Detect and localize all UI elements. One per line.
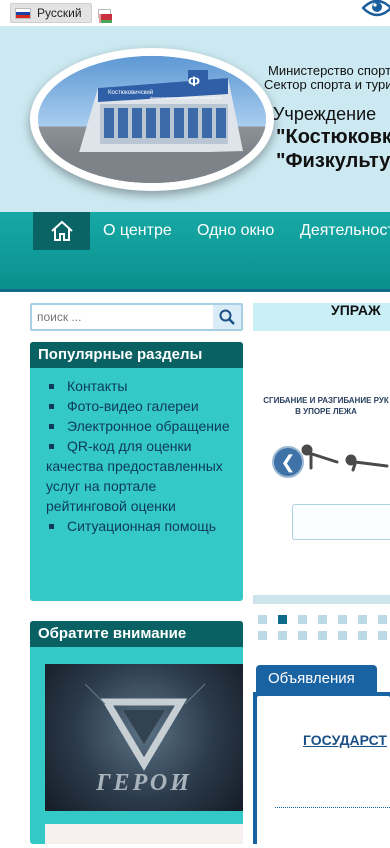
home-button[interactable] [33, 212, 90, 250]
slider-dot[interactable] [258, 631, 267, 640]
home-icon [50, 220, 73, 241]
language-selector[interactable]: Русский [10, 3, 92, 23]
institution-label: Учреждение [273, 104, 377, 124]
nav-item-about[interactable]: О центре [103, 222, 172, 240]
accessibility-eye-icon[interactable] [361, 0, 390, 18]
slide-notes-box [292, 504, 390, 540]
slider-dot[interactable] [278, 631, 287, 640]
language-label: Русский [37, 6, 82, 20]
svg-text:физкультурно-оздоровительный ц: физкультурно-оздоровительный центр [150, 95, 223, 100]
link-contacts[interactable]: Контакты [67, 378, 127, 394]
slider-dot[interactable] [338, 631, 347, 640]
link-gallery[interactable]: Фото-видео галереи [67, 398, 199, 414]
search-box [30, 303, 243, 331]
announcements-panel: ГОСУДАРСТ [253, 692, 390, 848]
list-item[interactable]: Фото-видео галереи [46, 396, 235, 416]
belarus-flag-icon[interactable] [98, 9, 112, 23]
list-item[interactable]: QR-код для оценки качества предоставленн… [46, 436, 235, 516]
slide-caption: СГИБАНИЕ И РАЗГИБАНИЕ РУК В УПОРЕ ЛЕЖА [263, 396, 389, 416]
slide-header: УПРАЖ [253, 303, 390, 331]
list-item[interactable]: Электронное обращение [46, 416, 235, 436]
attention-panel: Обратите внимание ГЕРОИ [30, 621, 243, 844]
svg-text:Ф: Ф [188, 73, 200, 89]
popular-sections-panel: Популярные разделы Контакты Фото-видео г… [30, 342, 243, 601]
list-item[interactable]: Контакты [46, 376, 235, 396]
image-slider: УПРАЖ СГИБАНИЕ И РАЗГИБАНИЕ РУК В УПОРЕ … [253, 303, 390, 604]
slider-dot[interactable] [318, 631, 327, 640]
search-input[interactable] [34, 307, 214, 327]
slider-dot[interactable] [358, 631, 367, 640]
link-electronic-appeal[interactable]: Электронное обращение [67, 418, 230, 434]
slider-dot[interactable] [378, 615, 387, 624]
svg-text:Костюковичский: Костюковичский [108, 89, 153, 96]
heroes-banner[interactable]: ГЕРОИ [45, 664, 243, 811]
list-item[interactable]: Ситуационная помощь [46, 516, 235, 536]
institution-name-line2: "Физкульту [276, 150, 390, 172]
chevron-left-icon: ❮ [280, 452, 296, 472]
slider-pagination [258, 615, 390, 641]
nav-item-one-window[interactable]: Одно окно [197, 222, 274, 240]
slider-dot[interactable] [298, 631, 307, 640]
main-nav: О центре Одно окно Деятельност [0, 212, 390, 292]
slider-dot[interactable] [298, 615, 307, 624]
ministry-text: Министерство спорта [268, 63, 390, 78]
slider-dot[interactable] [378, 631, 387, 640]
search-button[interactable] [213, 305, 241, 329]
nav-item-activity[interactable]: Деятельност [300, 222, 390, 240]
slider-dot[interactable] [338, 615, 347, 624]
banner-thumbnail[interactable] [45, 824, 243, 844]
search-icon [219, 309, 235, 325]
slider-prev-button[interactable]: ❮ [272, 446, 304, 478]
slider-dot-active[interactable] [278, 615, 287, 624]
slider-dot[interactable] [318, 615, 327, 624]
building-photo: Ф Костюковичский физкультурно-оздоровите… [30, 48, 274, 191]
slider-dot[interactable] [258, 615, 267, 624]
site-header: Ф Костюковичский физкультурно-оздоровите… [0, 26, 390, 212]
sector-text: Сектор спорта и тури [264, 77, 390, 92]
pushup-illustration [301, 444, 389, 472]
popular-sections-title: Популярные разделы [30, 342, 243, 368]
top-bar: Русский [0, 0, 390, 26]
announcement-link[interactable]: ГОСУДАРСТ [303, 732, 387, 748]
russian-flag-icon [15, 8, 31, 19]
divider [275, 807, 390, 808]
link-situational-help[interactable]: Ситуационная помощь [67, 518, 216, 534]
slider-dot[interactable] [358, 615, 367, 624]
attention-title: Обратите внимание [30, 621, 243, 647]
institution-name-line1: "Костюковк [276, 126, 390, 148]
heroes-banner-text: ГЕРОИ [96, 770, 192, 796]
tab-announcements[interactable]: Объявления [256, 665, 377, 692]
link-qr-code[interactable]: QR-код для оценки качества предоставленн… [46, 438, 223, 514]
